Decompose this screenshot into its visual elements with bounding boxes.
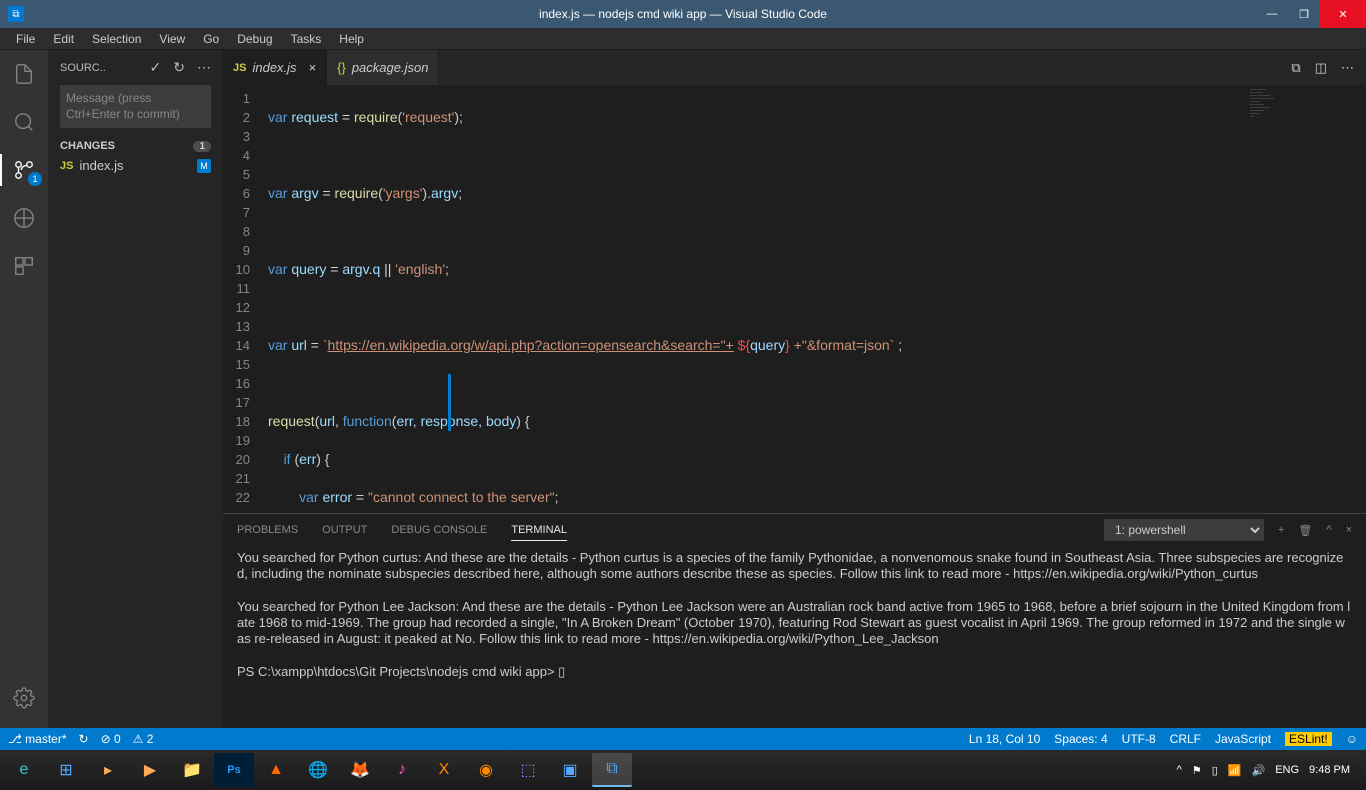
task-app-1[interactable]: ⊞ xyxy=(46,753,86,787)
tray-flag-icon[interactable]: ⚑ xyxy=(1192,764,1202,777)
menu-edit[interactable]: Edit xyxy=(45,30,82,48)
tray-lang[interactable]: ENG xyxy=(1275,764,1299,776)
language[interactable]: JavaScript xyxy=(1215,732,1271,746)
commit-message-input[interactable]: Message (press Ctrl+Enter to commit) xyxy=(60,85,211,128)
debug-icon[interactable] xyxy=(10,204,38,232)
change-file: index.js xyxy=(79,158,123,173)
indentation[interactable]: Spaces: 4 xyxy=(1054,732,1107,746)
sidebar: SOURC.. ✓ ↻ ⋯ Message (press Ctrl+Enter … xyxy=(48,50,223,728)
menu-help[interactable]: Help xyxy=(331,30,372,48)
js-icon: JS xyxy=(60,160,73,172)
panel-tab-output[interactable]: OUTPUT xyxy=(322,524,367,536)
more-icon[interactable]: ⋯ xyxy=(197,59,211,76)
line-numbers: 12345678910111213141516171819202122 xyxy=(223,85,268,513)
task-app-6[interactable]: ▣ xyxy=(550,753,590,787)
task-app-4[interactable]: ◉ xyxy=(466,753,506,787)
tray-battery-icon[interactable]: ▯ xyxy=(1212,764,1218,777)
eol[interactable]: CRLF xyxy=(1170,732,1201,746)
compare-icon[interactable]: ⧉ xyxy=(1291,60,1300,76)
cursor-position[interactable]: Ln 18, Col 10 xyxy=(969,732,1040,746)
vlc-icon[interactable]: ▲ xyxy=(256,753,296,787)
refresh-icon[interactable]: ↻ xyxy=(173,59,185,76)
tray-up-icon[interactable]: ^ xyxy=(1177,764,1182,776)
js-icon: JS xyxy=(233,62,246,74)
maximize-button[interactable]: ❐ xyxy=(1288,0,1320,28)
chrome-icon[interactable]: 🌐 xyxy=(298,753,338,787)
close-button[interactable]: ✕ xyxy=(1320,0,1366,28)
search-icon[interactable] xyxy=(10,108,38,136)
extensions-icon[interactable] xyxy=(10,252,38,280)
vscode-icon: ⧉ xyxy=(8,6,24,22)
split-icon[interactable]: ◫ xyxy=(1315,60,1327,76)
sidebar-title: SOURC.. xyxy=(60,62,106,74)
titlebar: ⧉ index.js — nodejs cmd wiki app — Visua… xyxy=(0,0,1366,28)
menu-selection[interactable]: Selection xyxy=(84,30,149,48)
tab-package-json[interactable]: {} package.json xyxy=(327,50,439,85)
photoshop-icon[interactable]: Ps xyxy=(214,753,254,787)
menu-debug[interactable]: Debug xyxy=(229,30,280,48)
tray-time[interactable]: 9:48 PM xyxy=(1309,764,1350,776)
vscode-taskbar-icon[interactable]: ⧉ xyxy=(592,753,632,787)
settings-icon[interactable] xyxy=(10,684,38,712)
minimize-button[interactable]: — xyxy=(1256,0,1288,28)
panel-tab-terminal[interactable]: TERMINAL xyxy=(511,524,567,541)
more-icon[interactable]: ⋯ xyxy=(1341,60,1354,76)
warnings[interactable]: ⚠ 2 xyxy=(133,732,154,746)
eslint-status[interactable]: ESLint! xyxy=(1285,732,1332,746)
ie-icon[interactable]: e xyxy=(4,753,44,787)
feedback-icon[interactable]: ☺ xyxy=(1346,732,1358,746)
scm-badge: 1 xyxy=(28,172,42,186)
explorer-icon[interactable]: 📁 xyxy=(172,753,212,787)
close-icon[interactable]: × xyxy=(309,60,317,75)
statusbar: ⎇ master* ↻ ⊘ 0 ⚠ 2 Ln 18, Col 10 Spaces… xyxy=(0,728,1366,750)
change-item[interactable]: JS index.js M xyxy=(48,156,223,175)
sync-icon[interactable]: ↻ xyxy=(79,732,89,746)
window-title: index.js — nodejs cmd wiki app — Visual … xyxy=(539,7,827,21)
taskbar: e ⊞ ▸ ▶ 📁 Ps ▲ 🌐 🦊 ♪ X ◉ ⬚ ▣ ⧉ ^ ⚑ ▯ 📶 🔊… xyxy=(0,750,1366,790)
panel-tab-problems[interactable]: PROBLEMS xyxy=(237,524,298,536)
system-tray[interactable]: ^ ⚑ ▯ 📶 🔊 ENG 9:48 PM xyxy=(1177,764,1362,777)
new-terminal-icon[interactable]: + xyxy=(1278,524,1284,536)
json-icon: {} xyxy=(337,60,346,75)
itunes-icon[interactable]: ♪ xyxy=(382,753,422,787)
firefox-icon[interactable]: 🦊 xyxy=(340,753,380,787)
git-branch[interactable]: ⎇ master* xyxy=(8,732,67,746)
kill-terminal-icon[interactable]: 🗑 xyxy=(1298,524,1312,537)
editor-tabs: JS index.js × {} package.json ⧉ ◫ ⋯ xyxy=(223,50,1366,85)
change-indicator xyxy=(448,374,451,431)
close-panel-icon[interactable]: × xyxy=(1346,524,1352,536)
panel: PROBLEMS OUTPUT DEBUG CONSOLE TERMINAL 1… xyxy=(223,513,1366,728)
task-app-2[interactable]: ▸ xyxy=(88,753,128,787)
task-app-5[interactable]: ⬚ xyxy=(508,753,548,787)
task-app-3[interactable]: ▶ xyxy=(130,753,170,787)
menu-view[interactable]: View xyxy=(151,30,193,48)
explorer-icon[interactable] xyxy=(10,60,38,88)
menu-file[interactable]: File xyxy=(8,30,43,48)
maximize-panel-icon[interactable]: ^ xyxy=(1326,524,1331,536)
menu-tasks[interactable]: Tasks xyxy=(283,30,330,48)
errors[interactable]: ⊘ 0 xyxy=(101,732,121,746)
menu-go[interactable]: Go xyxy=(195,30,227,48)
tray-volume-icon[interactable]: 🔊 xyxy=(1251,764,1265,777)
editor[interactable]: 12345678910111213141516171819202122 var … xyxy=(223,85,1366,513)
scm-icon[interactable]: 1 xyxy=(10,156,38,184)
change-status: M xyxy=(197,159,211,173)
commit-icon[interactable]: ✓ xyxy=(150,59,162,76)
terminal-select[interactable]: 1: powershell xyxy=(1104,519,1264,541)
tab-index-js[interactable]: JS index.js × xyxy=(223,50,327,85)
tray-network-icon[interactable]: 📶 xyxy=(1228,764,1242,777)
code-content[interactable]: var request = require('request'); var ar… xyxy=(268,85,1366,513)
xampp-icon[interactable]: X xyxy=(424,753,464,787)
minimap[interactable]: ▬▬▬ ▬▬▬▬▬▬▬ ▬▬▬▬▬▬▬ ▬▬▬▬▬▬▬▬▬▬▬▬▬▬▬▬▬▬▬▬… xyxy=(1246,85,1366,513)
menubar: File Edit Selection View Go Debug Tasks … xyxy=(0,28,1366,50)
changes-count: 1 xyxy=(193,141,211,152)
encoding[interactable]: UTF-8 xyxy=(1122,732,1156,746)
changes-label: CHANGES xyxy=(60,140,115,152)
panel-tab-debug[interactable]: DEBUG CONSOLE xyxy=(391,524,487,536)
activity-bar: 1 xyxy=(0,50,48,728)
terminal-output[interactable]: You searched for Python curtus: And thes… xyxy=(223,546,1366,728)
